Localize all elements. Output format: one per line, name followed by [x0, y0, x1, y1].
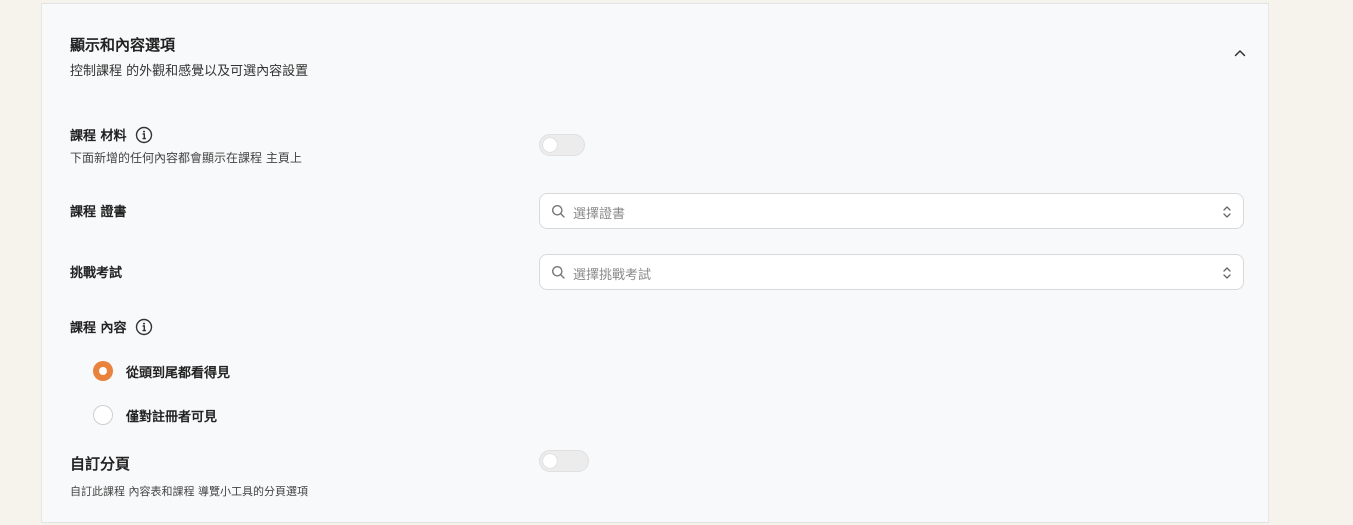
section-subtitle: 控制課程 的外觀和感覺以及可選內容設置	[70, 64, 309, 79]
materials-label-row: 課程 材料	[70, 125, 153, 144]
content-label: 課程 內容	[70, 321, 127, 336]
content-option-registered-only[interactable]: 僅對註冊者可見	[93, 405, 217, 425]
search-icon	[552, 205, 565, 218]
section-title: 顯示和內容選項	[70, 36, 176, 54]
materials-toggle[interactable]	[539, 134, 585, 156]
display-content-options-panel: 顯示和內容選項 控制課程 的外觀和感覺以及可選內容設置 課程 材料 下面新增的任…	[41, 3, 1269, 523]
challenge-exam-placeholder: 選擇挑戰考試	[573, 268, 652, 283]
info-icon[interactable]	[135, 126, 153, 144]
toggle-knob	[543, 454, 557, 468]
radio-checked[interactable]	[93, 361, 113, 381]
materials-description: 下面新增的任何內容都會顯示在課程 主頁上	[70, 151, 302, 165]
updown-chevron-icon	[1223, 267, 1231, 279]
content-label-row: 課程 內容	[70, 317, 153, 336]
chevron-up-icon	[1234, 50, 1246, 57]
pagination-description: 自訂此課程 內容表和課程 導覽小工具的分頁選項	[70, 485, 308, 498]
info-icon[interactable]	[135, 318, 153, 336]
search-icon	[552, 266, 565, 279]
toggle-knob	[543, 138, 557, 152]
certificate-label: 課程 證書	[70, 205, 127, 220]
materials-label: 課程 材料	[70, 129, 127, 144]
certificate-placeholder: 選擇證書	[573, 207, 626, 222]
challenge-exam-select[interactable]: 選擇挑戰考試	[539, 254, 1244, 290]
content-option-visible-all[interactable]: 從頭到尾都看得見	[93, 361, 230, 381]
collapse-button[interactable]	[1229, 42, 1251, 64]
radio-unchecked[interactable]	[93, 405, 113, 425]
pagination-label: 自訂分頁	[70, 455, 131, 473]
challenge-exam-label: 挑戰考試	[70, 266, 123, 281]
certificate-select[interactable]: 選擇證書	[539, 193, 1244, 229]
radio-label: 從頭到尾都看得見	[126, 365, 231, 381]
radio-label: 僅對註冊者可見	[126, 409, 218, 425]
updown-chevron-icon	[1223, 206, 1231, 218]
pagination-toggle[interactable]	[539, 450, 589, 472]
